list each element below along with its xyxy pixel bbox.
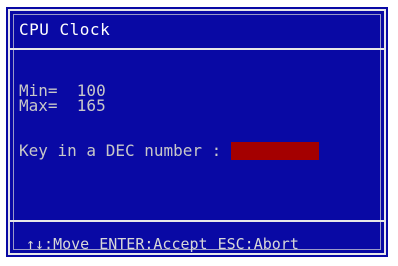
max-label: Max= bbox=[19, 96, 58, 115]
title-divider bbox=[10, 48, 384, 50]
dec-number-input[interactable] bbox=[231, 142, 320, 160]
dec-prompt-label: Key in a DEC number : bbox=[19, 141, 222, 160]
cpu-clock-dialog: CPU Clock Min= 100 Max= 165 Key in a DEC… bbox=[6, 7, 388, 257]
bios-screen: CPU Clock Min= 100 Max= 165 Key in a DEC… bbox=[0, 0, 398, 266]
move-hint: ↑↓:Move bbox=[26, 235, 90, 253]
accept-hint: ENTER:Accept bbox=[99, 235, 208, 253]
max-value: 165 bbox=[76, 96, 106, 115]
key-help-bar: ↑↓:Move ENTER:Accept ESC:Abort bbox=[26, 234, 299, 254]
dec-entry-row: Key in a DEC number : bbox=[19, 141, 320, 161]
dialog-title: CPU Clock bbox=[19, 20, 111, 39]
footer-divider bbox=[10, 220, 384, 222]
abort-hint: ESC:Abort bbox=[217, 235, 299, 253]
max-range: Max= 165 bbox=[19, 98, 106, 114]
